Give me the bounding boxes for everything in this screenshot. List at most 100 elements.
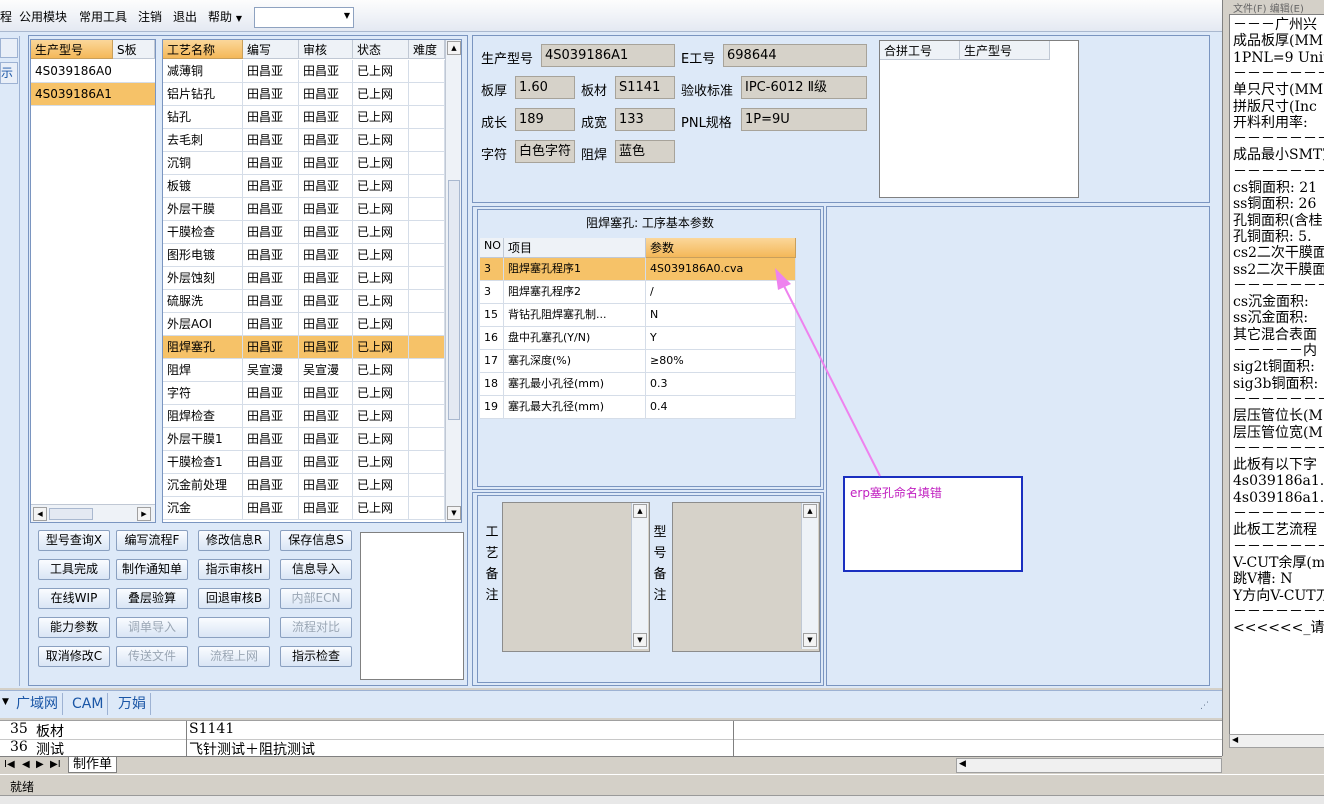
sheet-nav-next-icon[interactable]: ▶: [36, 759, 44, 770]
table-cell[interactable]: [409, 152, 445, 175]
table-cell[interactable]: 田昌亚: [299, 221, 353, 244]
action-button[interactable]: 传送文件: [116, 646, 188, 667]
process-notes-field[interactable]: ▲ ▼: [502, 502, 650, 652]
table-cell[interactable]: [409, 497, 445, 520]
table-row[interactable]: 沉金前处理 田昌亚 田昌亚 已上网: [163, 474, 445, 497]
action-button[interactable]: 回退审核B: [198, 588, 270, 609]
table-row[interactable]: 字符 田昌亚 田昌亚 已上网: [163, 382, 445, 405]
field-model[interactable]: 4S039186A1: [541, 44, 675, 67]
table-cell[interactable]: 铝片钻孔: [163, 83, 243, 106]
table-cell[interactable]: 阻焊: [163, 359, 243, 382]
table-cell[interactable]: 田昌亚: [243, 267, 299, 290]
table-cell[interactable]: [409, 83, 445, 106]
sheet-cell-value[interactable]: S1141: [186, 721, 734, 739]
table-cell[interactable]: 田昌亚: [243, 313, 299, 336]
sheet-cell-value[interactable]: 飞针测试＋阻抗测试: [186, 739, 734, 758]
scroll-down-icon[interactable]: ▼: [803, 633, 817, 647]
table-cell[interactable]: 已上网: [353, 244, 409, 267]
sheet-tab[interactable]: 制作单: [68, 757, 118, 773]
tab-wanjuan[interactable]: 万娟: [114, 693, 151, 715]
table-cell[interactable]: 已上网: [353, 175, 409, 198]
table-cell[interactable]: 阻焊检查: [163, 405, 243, 428]
scroll-up-icon[interactable]: ▲: [633, 504, 647, 518]
table-cell[interactable]: 田昌亚: [299, 451, 353, 474]
table-row[interactable]: 干膜检查 田昌亚 田昌亚 已上网: [163, 221, 445, 244]
scroll-up-icon[interactable]: ▲: [447, 41, 461, 55]
table-cell[interactable]: 田昌亚: [299, 60, 353, 83]
table-cell[interactable]: 外层AOI: [163, 313, 243, 336]
column-header-model[interactable]: 生产型号: [31, 40, 113, 59]
table-cell[interactable]: 田昌亚: [243, 336, 299, 359]
param-cell[interactable]: 3: [480, 258, 504, 281]
table-cell[interactable]: 已上网: [353, 60, 409, 83]
menu-item-logout[interactable]: 注销: [138, 8, 162, 25]
param-cell[interactable]: 19: [480, 396, 504, 419]
table-cell[interactable]: 田昌亚: [299, 106, 353, 129]
column-header-item[interactable]: 项目: [504, 238, 646, 258]
param-cell[interactable]: 17: [480, 350, 504, 373]
table-row[interactable]: 硫脲洗 田昌亚 田昌亚 已上网: [163, 290, 445, 313]
field-length[interactable]: 189: [515, 108, 575, 131]
table-cell[interactable]: [409, 313, 445, 336]
table-cell[interactable]: 田昌亚: [243, 106, 299, 129]
horizontal-scrollbar[interactable]: ◀ ▶: [31, 504, 155, 522]
column-header-status[interactable]: 状态: [353, 40, 409, 59]
table-cell[interactable]: 沉金前处理: [163, 474, 243, 497]
table-cell[interactable]: 图形电镀: [163, 244, 243, 267]
table-cell[interactable]: 田昌亚: [243, 428, 299, 451]
param-row[interactable]: 15 背钻孔阻焊塞孔制... N: [480, 304, 796, 327]
table-cell[interactable]: 田昌亚: [299, 290, 353, 313]
field-width[interactable]: 133: [615, 108, 675, 131]
param-cell[interactable]: 塞孔深度(%): [504, 350, 646, 373]
table-row[interactable]: 外层干膜 田昌亚 田昌亚 已上网: [163, 198, 445, 221]
vertical-scrollbar[interactable]: ▲ ▼: [445, 40, 461, 522]
param-row[interactable]: 16 盘中孔塞孔(Y/N) Y: [480, 327, 796, 350]
table-cell[interactable]: [409, 267, 445, 290]
action-button[interactable]: 叠层验算: [116, 588, 188, 609]
column-header-difficulty[interactable]: 难度: [409, 40, 445, 59]
table-cell[interactable]: 田昌亚: [243, 497, 299, 520]
sheet-nav-last-icon[interactable]: ▶I: [50, 759, 61, 770]
field-character[interactable]: 白色字符: [515, 140, 575, 163]
table-cell[interactable]: 田昌亚: [243, 382, 299, 405]
mini-button-1[interactable]: [0, 38, 18, 58]
table-cell[interactable]: [409, 405, 445, 428]
column-header-process[interactable]: 工艺名称: [163, 40, 243, 59]
scroll-right-icon[interactable]: ▶: [137, 507, 151, 521]
scroll-up-icon[interactable]: ▲: [803, 504, 817, 518]
table-cell[interactable]: 田昌亚: [299, 267, 353, 290]
table-cell[interactable]: [409, 451, 445, 474]
table-cell[interactable]: [409, 175, 445, 198]
scroll-down-icon[interactable]: ▼: [447, 506, 461, 520]
list-item[interactable]: 4S039186A0: [31, 60, 155, 83]
table-cell[interactable]: 阻焊塞孔: [163, 336, 243, 359]
menu-item-help[interactable]: 帮助 ▼: [208, 8, 242, 25]
scroll-thumb[interactable]: [448, 180, 460, 420]
table-cell[interactable]: 已上网: [353, 290, 409, 313]
table-cell[interactable]: 外层蚀刻: [163, 267, 243, 290]
param-row[interactable]: 19 塞孔最大孔径(mm) 0.4: [480, 396, 796, 419]
menu-item-public-modules[interactable]: 公用模块: [19, 8, 67, 25]
action-button[interactable]: 内部ECN: [280, 588, 352, 609]
column-header-no[interactable]: NO: [480, 238, 504, 258]
field-solder-mask[interactable]: 蓝色: [615, 140, 675, 163]
table-cell[interactable]: 已上网: [353, 83, 409, 106]
table-cell[interactable]: 田昌亚: [299, 175, 353, 198]
table-cell[interactable]: [409, 359, 445, 382]
table-cell[interactable]: 去毛刺: [163, 129, 243, 152]
action-button[interactable]: 流程上网: [198, 646, 270, 667]
table-row[interactable]: 沉金 田昌亚 田昌亚 已上网: [163, 497, 445, 520]
table-row[interactable]: 减薄铜 田昌亚 田昌亚 已上网: [163, 60, 445, 83]
table-row[interactable]: 板镀 田昌亚 田昌亚 已上网: [163, 175, 445, 198]
table-cell[interactable]: 干膜检查: [163, 221, 243, 244]
sheet-cell-item[interactable]: 板材: [36, 721, 64, 741]
param-cell[interactable]: 塞孔最小孔径(mm): [504, 373, 646, 396]
sheet-hscroll[interactable]: ◀: [956, 758, 1222, 773]
table-cell[interactable]: 已上网: [353, 382, 409, 405]
field-pnl[interactable]: 1P=9U: [741, 108, 867, 131]
table-cell[interactable]: 田昌亚: [243, 290, 299, 313]
tab-cam[interactable]: CAM: [68, 693, 109, 715]
scroll-left-icon[interactable]: ◀: [1232, 735, 1238, 744]
table-row[interactable]: 外层AOI 田昌亚 田昌亚 已上网: [163, 313, 445, 336]
table-cell[interactable]: 硫脲洗: [163, 290, 243, 313]
